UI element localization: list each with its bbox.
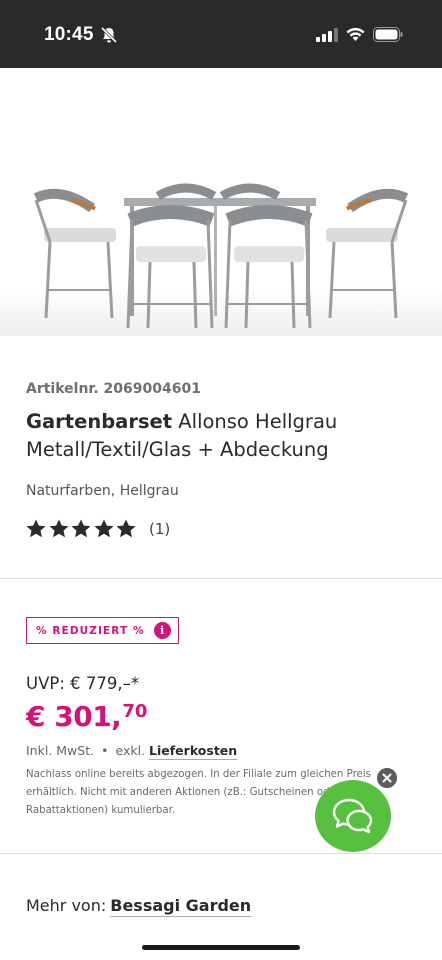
shipping-prefix: exkl. xyxy=(115,743,146,758)
price-cents: 70 xyxy=(122,701,148,722)
brand-link[interactable]: Bessagi Garden xyxy=(110,896,251,915)
more-from: Mehr von: Bessagi Garden xyxy=(26,896,251,915)
bell-slash-icon xyxy=(100,26,118,44)
reduced-badge: % REDUZIERT % i xyxy=(26,617,179,644)
divider xyxy=(0,853,442,854)
divider xyxy=(0,578,442,579)
article-number: Artikelnr. 2069004601 xyxy=(26,381,201,397)
product-variant: Naturfarben, Hellgrau xyxy=(26,483,179,499)
star-icon xyxy=(94,519,114,538)
product-title-bold: Gartenbarset xyxy=(26,410,173,433)
battery-icon xyxy=(373,27,403,42)
info-icon[interactable]: i xyxy=(153,622,171,639)
tax-label: Inkl. MwSt. xyxy=(26,743,95,758)
more-from-label: Mehr von: xyxy=(26,896,107,915)
product-image[interactable] xyxy=(0,68,442,336)
price-main: € 301, xyxy=(26,700,122,733)
reduced-badge-label: % REDUZIERT % xyxy=(36,624,145,637)
home-indicator[interactable] xyxy=(142,945,300,950)
product-title: Gartenbarset Allonso Hellgrau Metall/Tex… xyxy=(26,408,426,464)
chat-button[interactable] xyxy=(315,780,391,852)
rating[interactable]: (1) xyxy=(26,519,170,538)
uvp-price: UVP: € 779,–* xyxy=(26,674,140,693)
star-icon xyxy=(116,519,136,538)
rating-count: (1) xyxy=(148,519,171,538)
chat-bubbles-icon xyxy=(332,798,373,834)
tax-line: Inkl. MwSt. • exkl. Lieferkosten xyxy=(26,743,237,758)
separator-dot: • xyxy=(101,743,109,758)
close-chat-button[interactable] xyxy=(376,767,398,789)
current-price: € 301,70 xyxy=(26,700,147,733)
close-icon xyxy=(382,773,392,783)
star-icon xyxy=(26,519,46,538)
star-icon xyxy=(49,519,69,538)
status-time: 10:45 xyxy=(44,24,94,45)
bar-set-illustration xyxy=(0,68,442,336)
wifi-icon xyxy=(346,27,365,41)
signal-icon xyxy=(316,28,338,42)
star-icon xyxy=(71,519,91,538)
status-bar: 10:45 xyxy=(0,0,442,68)
shipping-costs-link[interactable]: Lieferkosten xyxy=(149,743,237,758)
